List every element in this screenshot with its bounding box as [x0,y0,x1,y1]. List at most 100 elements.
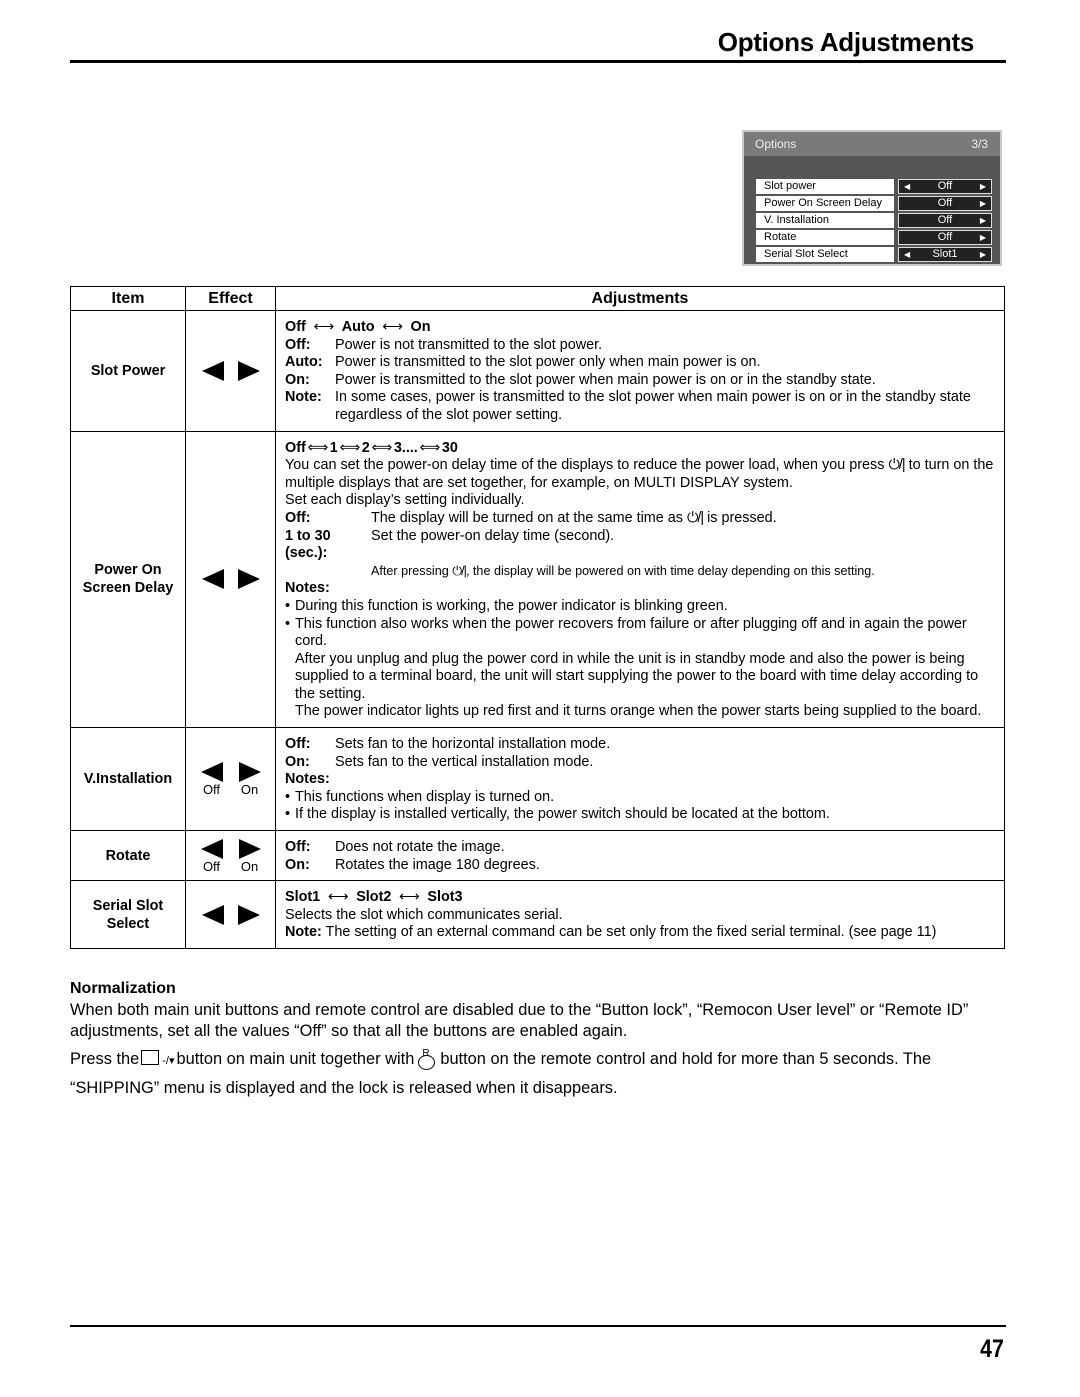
adjustments-slot-power: Off ⟷ Auto ⟷ On Off: Power is not transmitted… [275,310,1005,432]
adjustments-serial-slot-select: Slot1 ⟷ Slot2 ⟷ Slot3 Selects the slot which… [275,880,1005,949]
definition: Off: Sets fan to the horizontal installat… [285,736,998,754]
option-cycle: Off ⟷ Auto ⟷ On [285,319,998,337]
table-row-power-on-screen-delay: Power On Screen Delay Off ⟺ 1 ⟺ 2 ⟺ 3.... ⟺ 30 Y… [70,430,1005,729]
right-arrow-icon [238,838,261,859]
effect-caption: Off [202,782,221,798]
power-standby-icon: ⏻/| [452,563,467,578]
effect-cell [185,430,276,729]
header-item: Item [70,286,186,311]
menu-row-value[interactable]: Off ▶ [898,230,992,245]
def-text: Does not rotate the image. [335,839,505,856]
def-text: Power is transmitted to the slot power w… [335,371,876,388]
double-arrow-icon: ⟷ [313,319,335,335]
definition: 1 to 30 (sec.): Set the power-on delay t… [285,528,998,563]
menu-row-value[interactable]: Off ▶ [898,213,992,228]
menu-value-text: Off [937,180,953,192]
effect-caption: Off [202,858,221,874]
adjustments-table: Item Effect Adjustments Slot Power Off ⟷ A… [70,286,1005,949]
text-span: You can set the power-on delay time of t… [285,457,885,474]
left-arrow-icon [201,904,224,925]
bullet-dot: • [285,615,291,632]
normalization-body: When both main unit buttons and remote c… [70,1000,1010,1102]
menu-row-value[interactable]: ◀ Off ▶ [898,179,992,194]
menu-row-label: V. Installation [756,213,894,228]
left-arrow-icon [201,569,224,590]
effect-cell: Off On [185,830,276,882]
def-text: In some cases, power is transmitted to t… [335,389,971,423]
header-effect: Effect [185,286,276,311]
table-row-slot-power: Slot Power Off ⟷ Auto ⟷ On Off: Power is not … [70,310,1005,432]
def-key: Off: [285,336,311,353]
cycle-option: 1 [329,439,338,456]
after-pressing-text: After pressing ⏻/|, the display will be … [285,563,998,581]
options-menu-page: 3/3 [971,137,988,151]
right-arrow-icon: ▶ [979,182,986,191]
def-text: Sets fan to the vertical installation mo… [335,753,594,770]
option-cycle: Off ⟺ 1 ⟺ 2 ⟺ 3.... ⟺ 30 [285,440,998,458]
note-bullet: • If the display is installed vertically,… [285,806,998,824]
double-arrow-icon: ⟷ [382,319,403,335]
table-row-serial-slot-select: Serial Slot Select Slot1 ⟷ Slot2 ⟷ Slot3 Sel… [70,880,1005,949]
minus-down-icon: -/▾ [162,1055,175,1067]
menu-row-v-installation[interactable]: V. Installation Off ▶ [756,213,992,228]
cycle-option: Slot2 [356,889,392,906]
note-text: This functions when display is turned on… [295,788,555,805]
menu-row-slot-power[interactable]: Slot power ◀ Off ▶ [756,179,992,194]
cycle-option: On [410,319,431,335]
right-arrow-icon [237,904,260,925]
note-text: The setting of an external command can b… [325,924,937,941]
def-key: On: [285,753,310,770]
text-span: After pressing [371,563,449,578]
page-number: 47 [980,1335,1004,1363]
menu-row-value[interactable]: Off ▶ [898,196,992,211]
double-arrow-icon: ⟺ [339,439,361,456]
left-arrow-icon: ◀ [904,250,911,259]
title-rule [70,60,1006,63]
note-text: During this function is working, the pow… [295,597,728,614]
header-adjustments: Adjustments [275,286,1005,311]
double-arrow-icon: ⟷ [327,889,349,906]
right-arrow-icon: ▶ [979,250,986,259]
double-arrow-icon: ⟷ [399,889,420,906]
footer-rule [70,1325,1006,1327]
adjustments-v-installation: Off: Sets fan to the horizontal installat… [275,727,1005,832]
def-key: Off: [285,839,311,856]
cycle-option: Slot3 [427,889,463,906]
def-key: Note: [285,389,322,406]
note-text: This function also works when the power … [295,615,967,650]
definition: On: Power is transmitted to the slot powe… [285,372,998,390]
def-key: 1 to 30 (sec.): [285,527,331,562]
menu-value-text: Off [937,197,953,209]
power-standby-icon: ⏻/| [686,509,704,526]
note-line: Note: The setting of an external command… [285,924,998,942]
menu-row-rotate[interactable]: Rotate Off ▶ [756,230,992,245]
table-row-rotate: Rotate Off On Off: Does not rotate the im… [70,830,1005,882]
right-arrow-icon: ▶ [979,216,986,225]
note-text: If the display is installed vertically, … [295,806,830,823]
menu-row-value[interactable]: ◀ Slot1 ▶ [898,247,992,262]
bullet-dot: • [285,806,291,823]
cycle-option: Slot1 [285,889,321,906]
cycle-option: 2 [361,439,370,456]
normalization-title: Normalization [70,980,176,997]
item-serial-slot-select: Serial Slot Select [70,880,186,949]
cycle-option: Off [285,439,306,456]
def-key: Off: [285,509,311,526]
menu-row-label: Power On Screen Delay [756,196,894,211]
menu-value-text: Off [937,231,953,243]
def-text: Power is not transmitted to the slot pow… [335,336,603,353]
options-menu-header: Options 3/3 [744,132,1000,156]
effect-caption: On [240,858,259,874]
menu-row-power-on-screen-delay[interactable]: Power On Screen Delay Off ▶ [756,196,992,211]
definition: Off: Does not rotate the image. [285,839,998,857]
options-menu-title: Options [755,137,797,151]
menu-value-text: Slot1 [932,248,958,260]
text-span: button on main unit together with [176,1050,415,1068]
left-arrow-icon [200,838,223,859]
left-arrow-icon: ◀ [904,182,911,191]
menu-row-serial-slot-select[interactable]: Serial Slot Select ◀ Slot1 ▶ [756,247,992,262]
intro-text: You can set the power-on delay time of t… [285,457,998,492]
options-menu-rows: Slot power ◀ Off ▶ Power On Screen Delay O… [756,179,992,264]
right-arrow-icon: ▶ [979,233,986,242]
note-bullet: • During this function is working, the po… [285,598,998,616]
